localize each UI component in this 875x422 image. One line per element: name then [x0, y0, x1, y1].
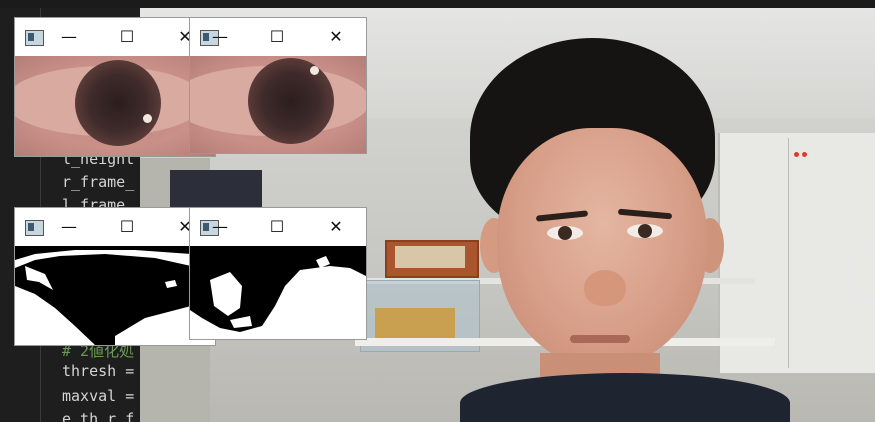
- left-eye-window[interactable]: — ☐ ✕: [189, 17, 367, 154]
- app-window-icon: [25, 30, 44, 46]
- binary-eye-image: [190, 246, 366, 339]
- window-top-strip: [0, 0, 875, 8]
- person-face: [497, 128, 707, 368]
- window-titlebar[interactable]: — ☐ ✕: [190, 208, 366, 246]
- window-titlebar[interactable]: — ☐ ✕: [190, 18, 366, 56]
- maximize-button[interactable]: ☐: [265, 216, 289, 238]
- code-line[interactable]: e_th_r_f: [62, 410, 134, 422]
- right-eye-window[interactable]: — ☐ ✕: [14, 17, 216, 157]
- binary-eye-image: [15, 246, 215, 345]
- person-eye: [627, 224, 663, 238]
- person-nose: [584, 270, 626, 306]
- award-plaque-inner: [395, 246, 465, 268]
- cabinet-seam: [788, 138, 789, 368]
- minimize-button[interactable]: —: [57, 26, 81, 48]
- code-line[interactable]: maxval =: [62, 387, 134, 405]
- led-indicator: [794, 152, 799, 157]
- door-handle: [848, 252, 875, 302]
- left-eye-binary-window[interactable]: — ☐ ✕: [189, 207, 367, 340]
- person-eye: [547, 226, 583, 240]
- window-titlebar[interactable]: — ☐ ✕: [15, 18, 215, 56]
- minimize-button[interactable]: —: [208, 26, 232, 48]
- led-indicator: [802, 152, 807, 157]
- code-line[interactable]: r_frame_: [62, 173, 134, 191]
- room-cabinet: [718, 133, 875, 373]
- minimize-button[interactable]: —: [208, 216, 232, 238]
- binary-mask: [15, 246, 215, 345]
- person-shirt: [460, 373, 790, 422]
- close-button[interactable]: ✕: [324, 216, 348, 238]
- eye-image: [190, 56, 366, 153]
- close-button[interactable]: ✕: [324, 26, 348, 48]
- crate-contents: [375, 308, 455, 340]
- maximize-button[interactable]: ☐: [265, 26, 289, 48]
- app-window-icon: [25, 220, 44, 236]
- code-line[interactable]: thresh =: [62, 362, 134, 380]
- minimize-button[interactable]: —: [57, 216, 81, 238]
- binary-mask: [190, 246, 366, 339]
- maximize-button[interactable]: ☐: [115, 216, 139, 238]
- window-titlebar[interactable]: — ☐ ✕: [15, 208, 215, 246]
- eye-image: [15, 56, 215, 156]
- maximize-button[interactable]: ☐: [115, 26, 139, 48]
- person-mouth: [570, 335, 630, 343]
- right-eye-binary-window[interactable]: — ☐ ✕: [14, 207, 216, 346]
